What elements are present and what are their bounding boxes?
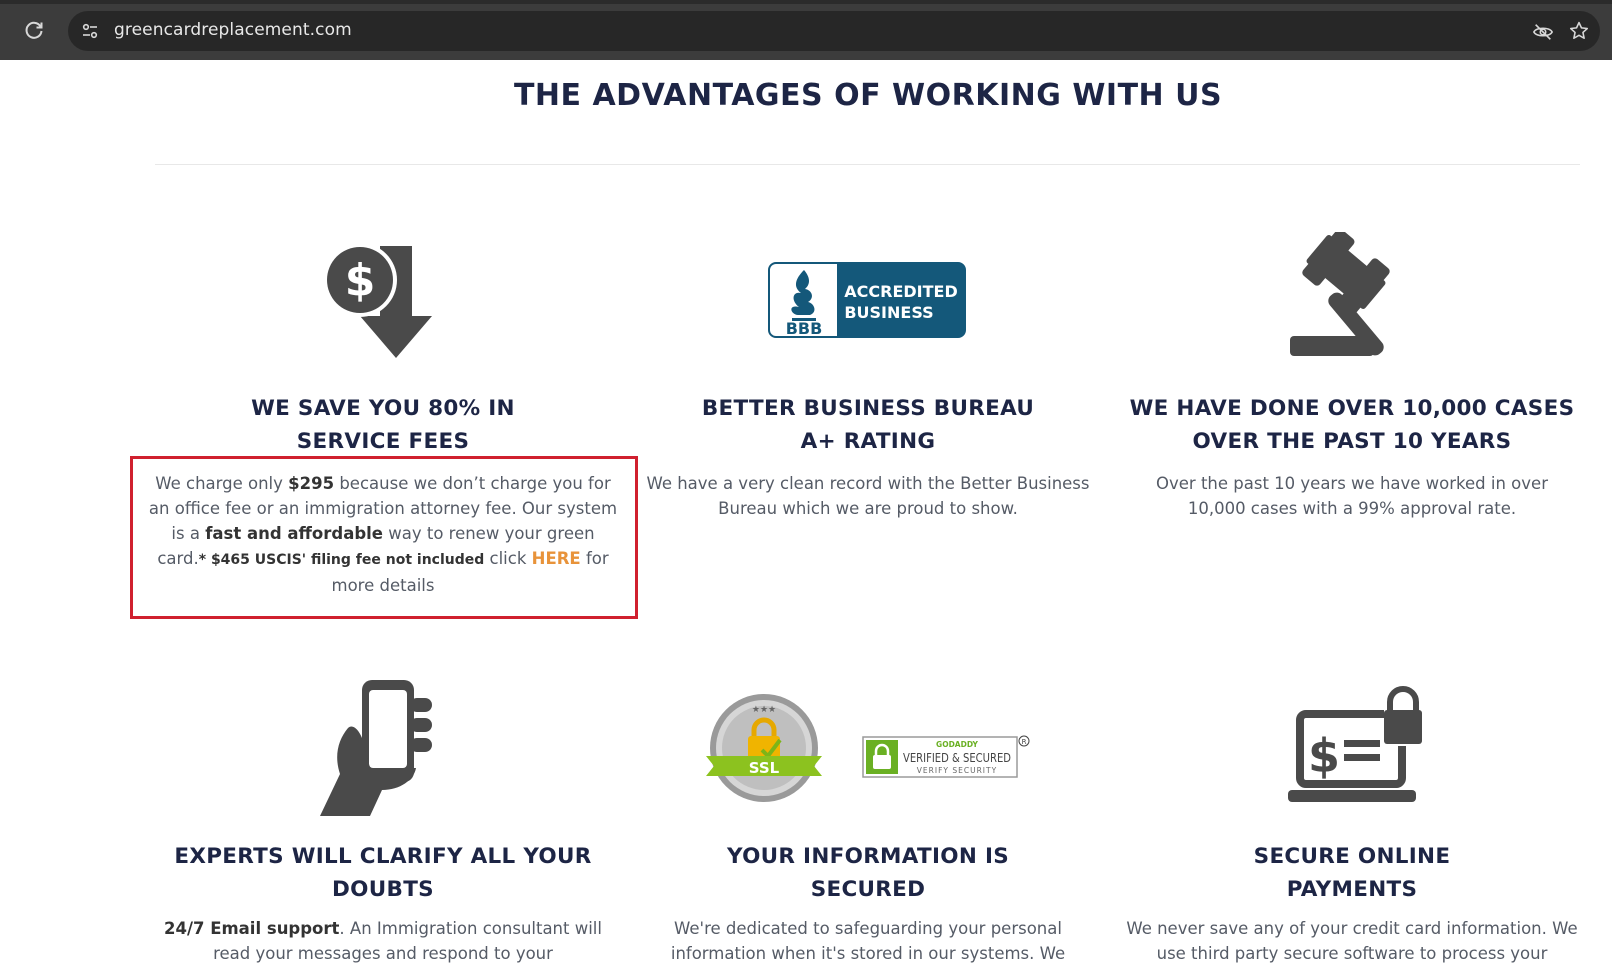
page-title: THE ADVANTAGES OF WORKING WITH US — [513, 78, 1223, 113]
feature-heading-line1: WE SAVE YOU 80% IN — [251, 396, 515, 421]
badge-line2: BUSINESS — [844, 303, 933, 322]
feature-heading: WE SAVE YOU 80% IN SERVICE FEES — [148, 392, 618, 458]
feature-heading: EXPERTS WILL CLARIFY ALL YOUR DOUBTS — [150, 840, 616, 906]
tab-strip-edge — [0, 0, 1612, 4]
godaddy-main-text: VERIFIED & SECURED — [903, 751, 1011, 765]
feature-secure-payments: SECURE ONLINE PAYMENTS We never save any… — [1112, 840, 1592, 966]
feature-description: We have a very clean record with the Bet… — [646, 474, 1090, 518]
badge-line1: ACCREDITED — [844, 282, 957, 301]
registered-mark: R — [1022, 738, 1027, 746]
feature-heading-line2: SERVICE FEES — [296, 429, 470, 454]
svg-text:★★★: ★★★ — [752, 705, 776, 715]
svg-text:$: $ — [1308, 729, 1340, 783]
feature-description: We're dedicated to safeguarding your per… — [670, 919, 1066, 963]
feature-heading-line1: YOUR INFORMATION IS — [726, 844, 1010, 869]
feature-heading: WE HAVE DONE OVER 10,000 CASES OVER THE … — [1108, 392, 1596, 458]
feature-heading-line2: PAYMENTS — [1286, 877, 1418, 902]
feature-heading-line2: A+ RATING — [800, 429, 936, 454]
svg-text:$: $ — [345, 255, 376, 306]
feature-heading-line1: EXPERTS WILL CLARIFY ALL YOUR — [174, 844, 592, 869]
emphasis-text: 24/7 Email support — [164, 919, 340, 938]
feature-cases: WE HAVE DONE OVER 10,000 CASES OVER THE … — [1108, 392, 1596, 521]
feature-heading-line1: BETTER BUSINESS BUREAU — [701, 396, 1035, 421]
godaddy-sub-text: VERIFY SECURITY — [917, 766, 997, 775]
godaddy-verified-seal[interactable]: GODADDY VERIFIED & SECURED VERIFY SECURI… — [862, 734, 1030, 778]
feature-description: 24/7 Email support. An Immigration consu… — [150, 916, 616, 966]
feature-heading-line2: SECURED — [810, 877, 926, 902]
feature-experts: EXPERTS WILL CLARIFY ALL YOUR DOUBTS 24/… — [150, 840, 616, 966]
dollar-down-arrow-icon: $ — [323, 243, 432, 358]
highlight-box — [130, 456, 638, 619]
feature-bbb-rating: BETTER BUSINESS BUREAU A+ RATING We have… — [628, 392, 1108, 521]
feature-description: Over the past 10 years we have worked in… — [1156, 474, 1548, 518]
feature-info-secured: YOUR INFORMATION IS SECURED We're dedica… — [630, 840, 1106, 966]
site-info-icon[interactable] — [80, 21, 100, 41]
feature-heading-line2: OVER THE PAST 10 YEARS — [1192, 429, 1512, 454]
gavel-icon — [1290, 232, 1390, 356]
feature-heading-line1: SECURE ONLINE — [1253, 844, 1451, 869]
ssl-lock-badge: ★★★ SSL — [706, 694, 822, 802]
secure-payment-laptop-icon: $ — [1288, 686, 1422, 802]
bookmark-star-icon[interactable] — [1568, 20, 1590, 42]
feature-description: We never save any of your credit card in… — [1126, 919, 1578, 963]
feature-heading: YOUR INFORMATION IS SECURED — [630, 840, 1106, 906]
ssl-label: SSL — [749, 759, 780, 777]
feature-heading-line1: WE HAVE DONE OVER 10,000 CASES — [1129, 396, 1575, 421]
feature-heading-line2: DOUBTS — [332, 877, 434, 902]
feature-heading: BETTER BUSINESS BUREAU A+ RATING — [628, 392, 1108, 458]
address-bar[interactable]: greencardreplacement.com — [68, 11, 1600, 51]
url-text[interactable]: greencardreplacement.com — [114, 20, 352, 40]
reload-icon[interactable] — [22, 18, 46, 42]
hand-phone-icon — [320, 680, 432, 816]
bbb-accredited-business-logo: BBB ACCREDITED BUSINESS — [768, 262, 966, 338]
godaddy-top-text: GODADDY — [936, 740, 978, 749]
eye-off-icon[interactable] — [1532, 21, 1554, 43]
feature-heading: SECURE ONLINE PAYMENTS — [1112, 840, 1592, 906]
browser-toolbar: greencardreplacement.com — [0, 0, 1612, 60]
bbb-text: BBB — [786, 319, 823, 338]
section-divider — [155, 164, 1580, 165]
